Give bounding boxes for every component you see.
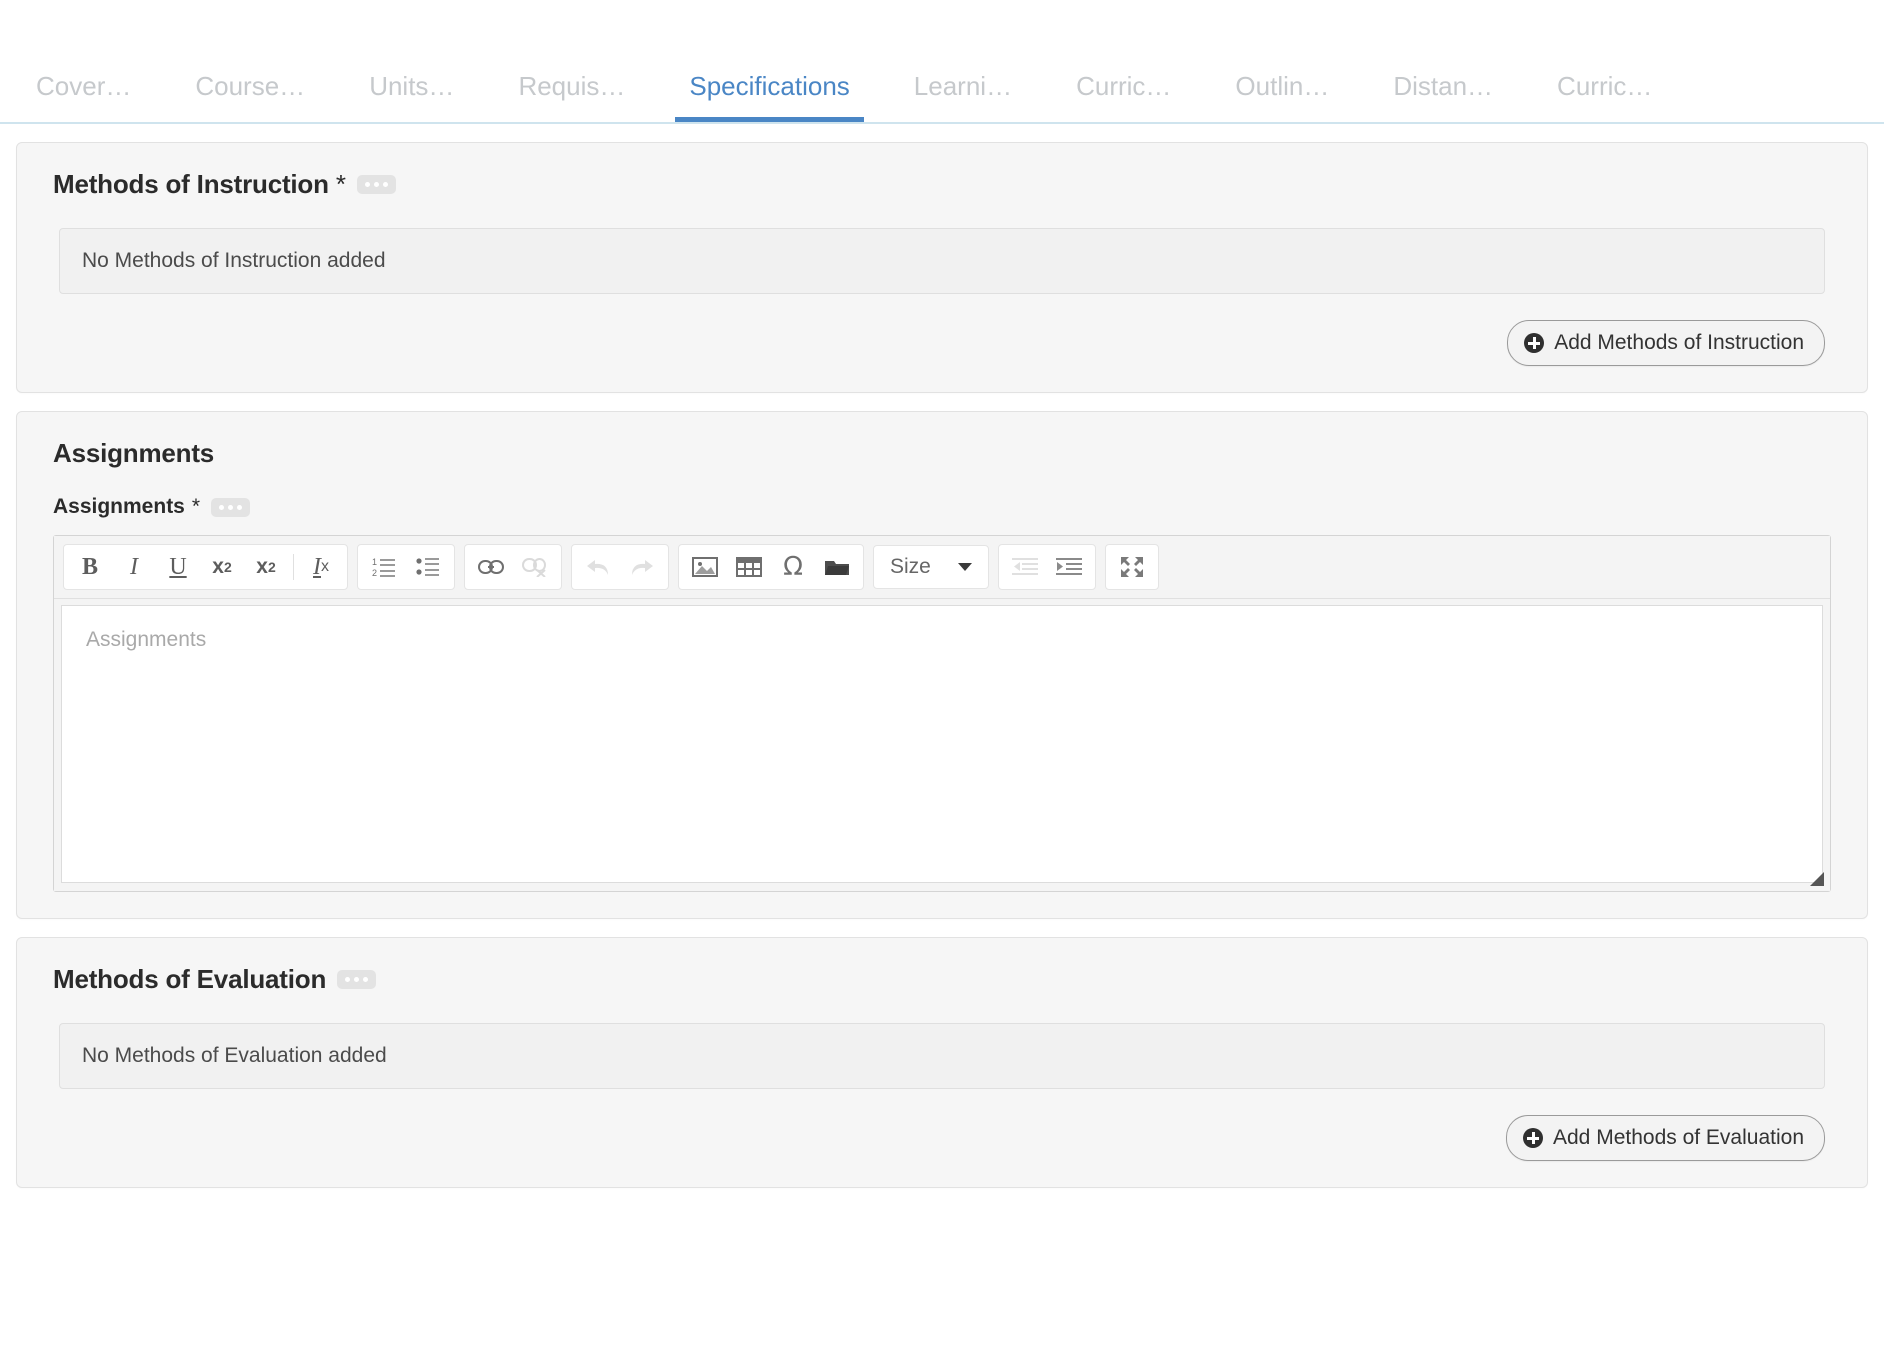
add-methods-of-evaluation-label: Add Methods of Evaluation — [1553, 1126, 1804, 1149]
ellipsis-icon[interactable] — [337, 970, 377, 989]
chevron-down-icon — [958, 563, 972, 571]
redo-button[interactable] — [620, 547, 664, 587]
plus-circle-icon — [1524, 333, 1545, 353]
assignments-textarea[interactable]: Assignments — [61, 605, 1823, 883]
insert-group: Ω — [678, 544, 864, 590]
font-size-dropdown[interactable]: Size — [873, 545, 989, 589]
bulleted-list-button[interactable] — [406, 547, 450, 587]
ellipsis-icon[interactable] — [211, 497, 251, 517]
italic-button[interactable]: I — [112, 547, 156, 587]
numbered-list-button[interactable]: 1 2 — [362, 547, 406, 587]
history-group — [571, 544, 669, 590]
assignments-section-title: Assignments — [53, 438, 215, 468]
tab-specifications[interactable]: Specifications — [675, 71, 865, 124]
list-group: 1 2 — [357, 544, 455, 590]
tab-bar: Cover… Course… Units… Requis… Specificat… — [0, 0, 1884, 124]
methods-of-evaluation-actions: Add Methods of Evaluation — [37, 1089, 1847, 1161]
ellipsis-icon[interactable] — [356, 175, 396, 194]
outdent-button[interactable] — [1003, 547, 1047, 587]
text-format-group: B I U x2 x2 Ix — [63, 544, 348, 590]
tab-learning[interactable]: Learni… — [900, 71, 1026, 124]
special-character-button[interactable]: Ω — [771, 547, 815, 587]
plus-circle-icon — [1523, 1128, 1543, 1148]
editor-body: Assignments — [54, 599, 1830, 891]
methods-of-instruction-actions: Add Methods of Instruction — [37, 294, 1847, 366]
unlink-button[interactable] — [513, 547, 557, 587]
tab-distance[interactable]: Distan… — [1379, 71, 1507, 124]
undo-button[interactable] — [576, 547, 620, 587]
add-methods-of-instruction-button[interactable]: Add Methods of Instruction — [1507, 320, 1825, 366]
subscript-button[interactable]: x2 — [200, 547, 244, 587]
methods-of-instruction-panel: Methods of Instruction * No Methods of I… — [16, 142, 1868, 393]
tab-outline[interactable]: Outlin… — [1221, 71, 1343, 124]
tab-course[interactable]: Course… — [181, 71, 319, 124]
superscript-button[interactable]: x2 — [244, 547, 288, 587]
assignments-field-label: Assignments * — [53, 495, 1847, 519]
add-methods-of-instruction-label: Add Methods of Instruction — [1554, 331, 1804, 354]
assignments-rich-text-editor: B I U x2 x2 Ix 1 2 Ω Size Assignments — [53, 535, 1831, 892]
insert-table-button[interactable] — [727, 547, 771, 587]
toolbar-divider — [293, 554, 294, 580]
indent-group — [998, 544, 1096, 590]
browse-server-button[interactable] — [815, 547, 859, 587]
svg-text:1: 1 — [372, 557, 377, 567]
font-size-label: Size — [890, 555, 931, 578]
svg-text:2: 2 — [372, 568, 377, 578]
resize-handle-icon[interactable] — [1810, 872, 1824, 886]
link-button[interactable] — [469, 547, 513, 587]
methods-of-instruction-title: Methods of Instruction * — [53, 169, 1847, 200]
insert-image-button[interactable] — [683, 547, 727, 587]
assignments-field-label-text: Assignments — [53, 495, 185, 518]
methods-of-evaluation-panel: Methods of Evaluation No Methods of Eval… — [16, 937, 1868, 1188]
tab-units[interactable]: Units… — [355, 71, 468, 124]
required-marker: * — [335, 169, 346, 199]
required-marker: * — [191, 495, 201, 518]
tab-requisites[interactable]: Requis… — [504, 71, 639, 124]
methods-of-evaluation-empty-state: No Methods of Evaluation added — [59, 1023, 1825, 1089]
methods-of-instruction-empty-state: No Methods of Instruction added — [59, 228, 1825, 294]
underline-button[interactable]: U — [156, 547, 200, 587]
remove-format-button[interactable]: Ix — [299, 547, 343, 587]
bold-button[interactable]: B — [68, 547, 112, 587]
link-group — [464, 544, 562, 590]
add-methods-of-evaluation-button[interactable]: Add Methods of Evaluation — [1506, 1115, 1825, 1161]
tab-cover[interactable]: Cover… — [22, 71, 145, 124]
maximize-button[interactable] — [1110, 547, 1154, 587]
maximize-group — [1105, 544, 1159, 590]
tab-curriculum-1[interactable]: Curric… — [1062, 71, 1185, 124]
assignments-panel: Assignments Assignments * B I U x2 x2 Ix — [16, 411, 1868, 919]
specifications-content: Methods of Instruction * No Methods of I… — [0, 124, 1884, 1188]
methods-of-instruction-title-text: Methods of Instruction — [53, 169, 329, 199]
methods-of-evaluation-title: Methods of Evaluation — [53, 964, 1847, 995]
tab-curriculum-2[interactable]: Curric… — [1543, 71, 1666, 124]
indent-button[interactable] — [1047, 547, 1091, 587]
editor-toolbar: B I U x2 x2 Ix 1 2 Ω Size — [54, 536, 1830, 599]
methods-of-evaluation-title-text: Methods of Evaluation — [53, 964, 327, 994]
